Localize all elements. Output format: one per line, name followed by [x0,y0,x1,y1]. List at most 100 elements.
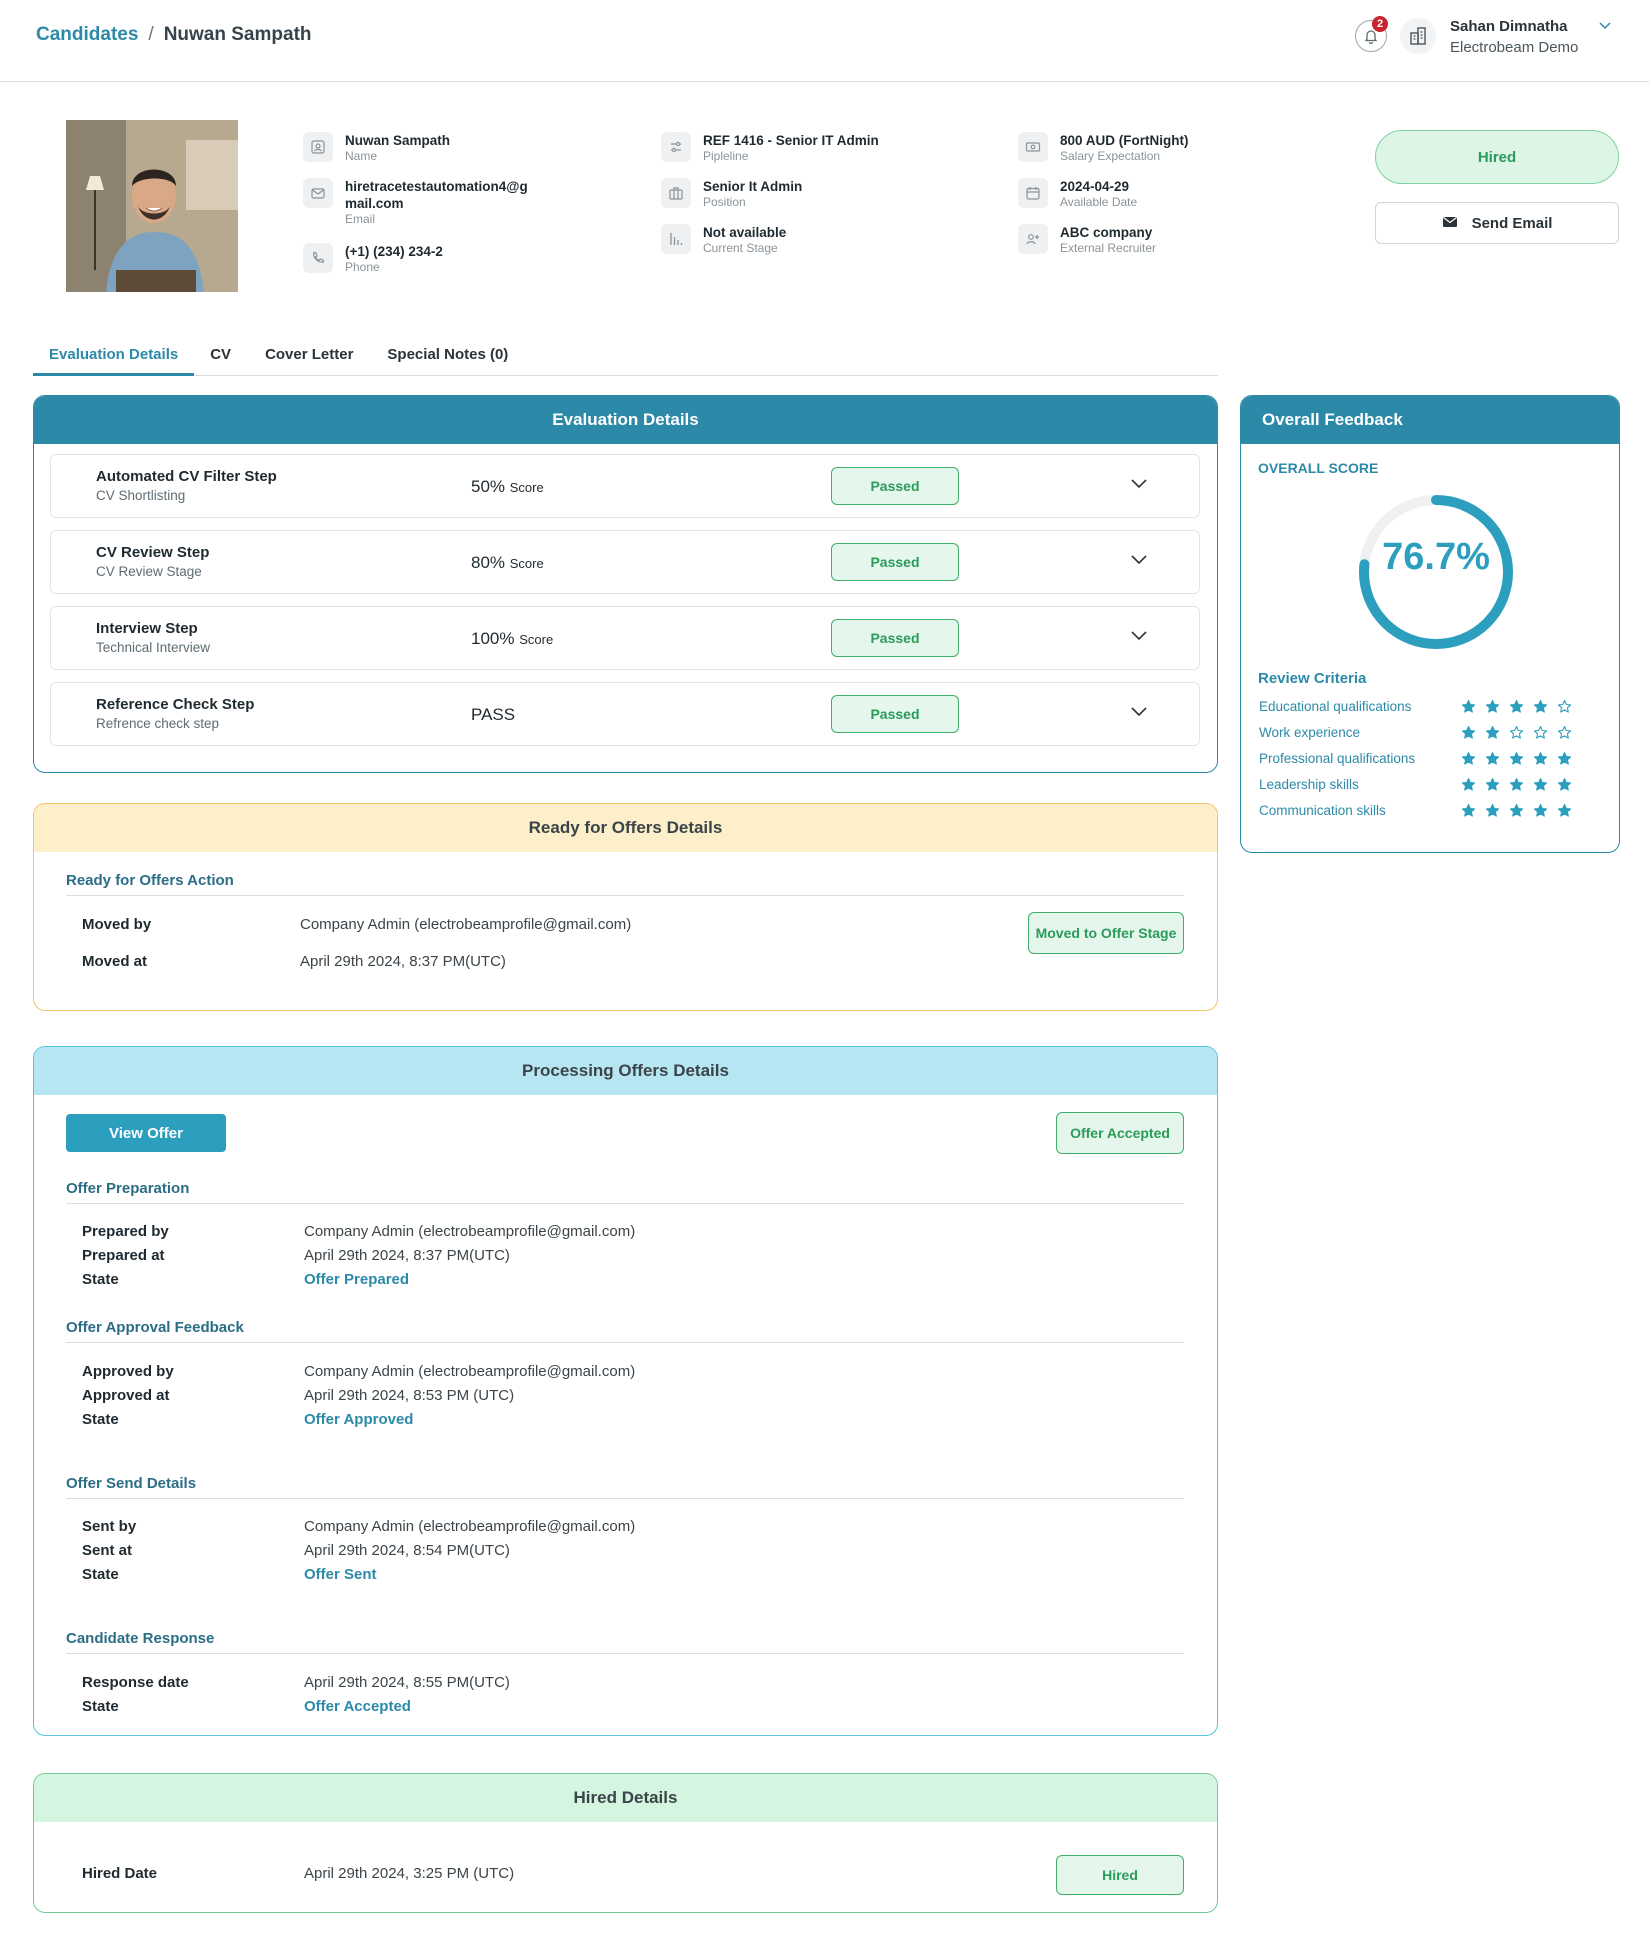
hired-status-button[interactable]: Hired [1375,130,1619,184]
company-building-icon[interactable] [1400,18,1436,54]
step-passed-badge: Passed [831,467,959,505]
prepared-by-value: Company Admin (electrobeamprofile@gmail.… [304,1223,636,1240]
info-pipeline: REF 1416 - Senior IT Admin Pipleline [661,132,879,163]
evaluation-step-row[interactable]: CV Review Step CV Review Stage 80% Score… [50,530,1200,594]
processing-card-title: Processing Offers Details [34,1047,1217,1095]
hired-badge: Hired [1056,1855,1184,1895]
prepared-at-value: April 29th 2024, 8:37 PM(UTC) [304,1247,510,1264]
name-label: Name [345,149,378,163]
info-salary: 800 AUD (FortNight) Salary Expectation [1018,132,1189,163]
evaluation-step-row[interactable]: Interview Step Technical Interview 100% … [50,606,1200,670]
moved-at-value: April 29th 2024, 8:37 PM(UTC) [300,953,506,970]
send-email-button[interactable]: Send Email [1375,202,1619,244]
step-subtitle: Technical Interview [96,640,211,655]
star-filled-icon [1485,725,1500,745]
overall-score-value: 76.7% [1382,536,1490,578]
preparation-state-value: Offer Prepared [304,1271,410,1288]
criteria-label: Communication skills [1259,803,1386,818]
star-filled-icon [1485,777,1500,797]
star-filled-icon [1533,751,1548,771]
step-subtitle: CV Review Stage [96,564,202,579]
ready-card-title: Ready for Offers Details [34,804,1217,852]
step-passed-badge: Passed [831,619,959,657]
top-bar: Candidates / Nuwan Sampath 2 Sahan Dimna… [0,0,1649,82]
info-available: 2024-04-29 Available Date [1018,178,1137,209]
expand-chevron-down-icon[interactable] [1129,629,1149,647]
divider [66,1498,1184,1499]
tab-cover-letter[interactable]: Cover Letter [247,340,369,376]
tab-special-notes[interactable]: Special Notes (0) [369,340,524,376]
hired-date-value: April 29th 2024, 3:25 PM (UTC) [304,1865,515,1882]
divider [66,1342,1184,1343]
sent-by-value: Company Admin (electrobeamprofile@gmail.… [304,1518,636,1535]
offer-preparation-title: Offer Preparation [66,1180,190,1197]
ready-section-title: Ready for Offers Action [66,872,234,889]
moved-by-label: Moved by [82,916,152,933]
approval-state-label: State [82,1411,119,1428]
notification-count-badge: 2 [1372,16,1388,32]
evaluation-card-title: Evaluation Details [34,396,1217,444]
info-recruiter: ABC company External Recruiter [1018,224,1156,255]
tab-cv[interactable]: CV [194,340,247,376]
criteria-label: Professional qualifications [1259,751,1416,766]
response-date-value: April 29th 2024, 8:55 PM(UTC) [304,1674,510,1691]
breadcrumb-separator: / [148,24,154,45]
moved-at-label: Moved at [82,953,148,970]
phone-icon [303,243,333,273]
divider [66,1203,1184,1204]
pipeline-label: Pipleline [703,149,749,163]
criteria-rating [1461,803,1572,823]
review-criteria-title: Review Criteria [1258,670,1367,687]
tab-evaluation-details[interactable]: Evaluation Details [33,340,195,376]
step-score: 80% Score [471,553,544,572]
approval-state-value: Offer Approved [304,1411,414,1428]
expand-chevron-down-icon[interactable] [1129,553,1149,571]
offer-send-title: Offer Send Details [66,1475,197,1492]
criteria-rating [1461,777,1572,797]
overall-feedback-title: Overall Feedback [1241,396,1619,444]
star-filled-icon [1557,803,1572,823]
criteria-label: Educational qualifications [1259,699,1412,714]
available-date-label: Available Date [1060,195,1138,209]
response-state-value: Offer Accepted [304,1698,411,1715]
stage-label: Current Stage [703,241,778,255]
prepared-at-label: Prepared at [82,1247,165,1264]
envelope-icon [1442,215,1458,232]
briefcase-icon [661,178,691,208]
phone-label: Phone [345,260,380,274]
bar-chart-icon [661,224,691,254]
star-filled-icon [1485,699,1500,719]
stage-value: Not available [703,225,787,240]
approved-at-label: Approved at [82,1387,170,1404]
evaluation-step-row[interactable]: Automated CV Filter Step CV Shortlisting… [50,454,1200,518]
money-icon [1018,132,1048,162]
candidate-email-line1: hiretracetestautomation4@g [345,179,528,194]
tab-bar: Evaluation Details CV Cover Letter Speci… [33,340,1218,376]
evaluation-step-row[interactable]: Reference Check Step Refrence check step… [50,682,1200,746]
email-label: Email [345,212,376,226]
info-email: hiretracetestautomation4@g mail.com Email [303,178,528,226]
candidate-response-title: Candidate Response [66,1630,215,1647]
salary-value: 800 AUD (FortNight) [1060,133,1189,148]
view-offer-button[interactable]: View Offer [66,1114,226,1152]
step-passed-badge: Passed [831,543,959,581]
position-label: Position [703,195,746,209]
star-filled-icon [1533,699,1548,719]
preparation-state-label: State [82,1271,119,1288]
breadcrumb-current: Nuwan Sampath [163,24,312,45]
breadcrumb-candidates-link[interactable]: Candidates [36,24,138,46]
user-menu-chevron-down-icon[interactable] [1598,18,1612,36]
step-subtitle: CV Shortlisting [96,488,186,503]
user-name: Sahan Dimnatha [1450,18,1568,35]
breadcrumb: Candidates / Nuwan Sampath [36,24,312,46]
moved-to-offer-stage-badge: Moved to Offer Stage [1028,912,1184,954]
expand-chevron-down-icon[interactable] [1129,477,1149,495]
expand-chevron-down-icon[interactable] [1129,705,1149,723]
candidate-photo [66,120,238,292]
star-filled-icon [1533,803,1548,823]
overall-score-label: OVERALL SCORE [1258,460,1379,476]
salary-label: Salary Expectation [1060,149,1161,163]
approved-by-label: Approved by [82,1363,174,1380]
add-user-icon [1018,224,1048,254]
step-title: CV Review Step [96,544,210,561]
